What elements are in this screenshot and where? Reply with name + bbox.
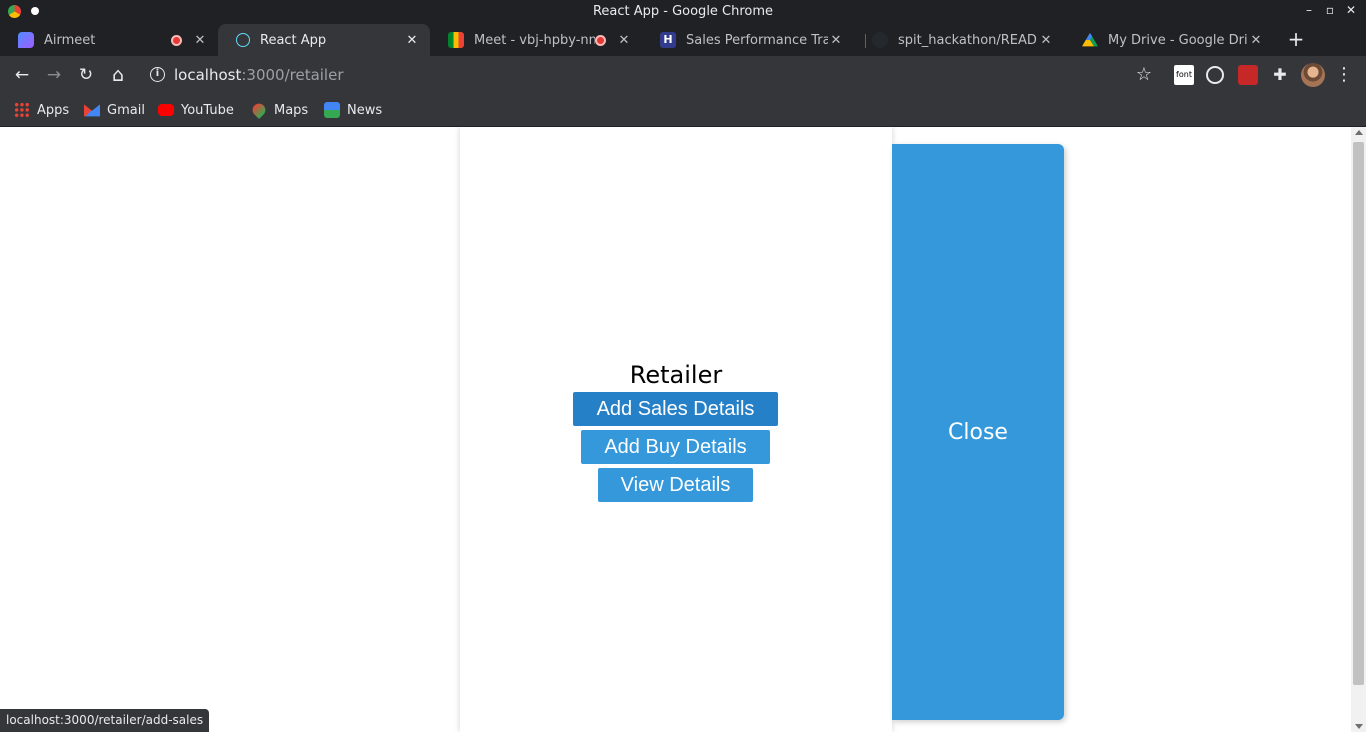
link-status-bar: localhost:3000/retailer/add-sales (0, 709, 210, 732)
page-title: Retailer (629, 361, 723, 389)
close-window-button[interactable]: ✕ (1342, 3, 1360, 17)
bookmark-news[interactable]: News (324, 101, 382, 119)
record-extension-icon[interactable] (1206, 66, 1224, 84)
tab-label: Airmeet (44, 32, 96, 48)
extensions-puzzle-icon[interactable]: ✚ (1270, 65, 1290, 85)
url-text[interactable]: localhost:3000/retailer (174, 66, 344, 84)
close-tab-icon[interactable]: ✕ (192, 33, 208, 48)
close-tab-icon[interactable]: ✕ (828, 33, 844, 48)
tab-google-drive[interactable]: My Drive - Google Drive ✕ (1064, 24, 1274, 56)
close-tab-icon[interactable]: ✕ (1038, 33, 1054, 48)
scroll-down-arrow-icon[interactable] (1355, 724, 1363, 729)
tab-label: React App (260, 32, 327, 48)
page-scrollbar[interactable] (1351, 127, 1366, 732)
tab-strip: Airmeet ✕ React App ✕ Meet - vbj-hpby-nn… (0, 24, 1366, 56)
bookmark-label: YouTube (181, 102, 234, 118)
forward-button[interactable]: → (44, 65, 64, 85)
red-extension-icon[interactable] (1238, 65, 1258, 85)
scroll-up-arrow-icon[interactable] (1355, 130, 1363, 135)
tab-label: Sales Performance Track (686, 32, 828, 48)
close-tab-icon[interactable]: ✕ (404, 33, 420, 48)
bookmark-label: News (347, 102, 383, 118)
window-title-bar: React App - Google Chrome – ▫ ✕ (0, 0, 1366, 24)
apps-grid-icon (14, 102, 30, 118)
home-button[interactable]: ⌂ (108, 65, 128, 85)
view-details-button[interactable]: View Details (598, 468, 753, 502)
profile-avatar[interactable] (1301, 63, 1325, 87)
tab-sales-performance[interactable]: H Sales Performance Track ✕ (642, 24, 854, 56)
tab-github-readme[interactable]: spit_hackathon/READMI ✕ (854, 24, 1064, 56)
hackerearth-icon: H (660, 32, 676, 48)
reload-button[interactable]: ↻ (76, 65, 96, 85)
youtube-icon (158, 104, 174, 116)
react-icon (236, 33, 250, 47)
bookmark-gmail[interactable]: Gmail (84, 101, 145, 119)
recording-indicator-icon (171, 34, 182, 46)
bookmark-maps[interactable]: Maps (249, 100, 309, 120)
font-extension-icon[interactable]: font (1174, 65, 1194, 85)
minimize-button[interactable]: – (1300, 3, 1318, 17)
tab-label: Meet - vbj-hpby-nnh (474, 32, 595, 48)
google-drive-icon (1082, 32, 1098, 47)
google-news-icon (324, 102, 340, 118)
scrollbar-thumb[interactable] (1353, 142, 1364, 685)
google-maps-icon (249, 100, 269, 120)
close-drawer-button[interactable]: Close (892, 420, 1064, 445)
url-path: :3000/retailer (241, 66, 344, 84)
close-tab-icon[interactable]: ✕ (1248, 33, 1264, 48)
recording-indicator-icon (595, 34, 606, 46)
add-buy-details-button[interactable]: Add Buy Details (581, 430, 770, 464)
back-button[interactable]: ← (12, 65, 32, 85)
gmail-icon (84, 104, 100, 117)
tab-label: spit_hackathon/READMI (898, 32, 1038, 48)
add-sales-details-button[interactable]: Add Sales Details (573, 392, 778, 426)
side-drawer: Close (892, 144, 1064, 720)
bookmark-apps[interactable]: Apps (14, 101, 69, 119)
tab-label: My Drive - Google Drive (1108, 32, 1248, 48)
maximize-button[interactable]: ▫ (1321, 3, 1339, 17)
bookmark-star-icon[interactable]: ☆ (1134, 65, 1154, 85)
new-tab-button[interactable]: + (1285, 24, 1307, 56)
tab-airmeet[interactable]: Airmeet ✕ (0, 24, 218, 56)
bookmark-youtube[interactable]: YouTube (158, 101, 234, 119)
tab-google-meet[interactable]: Meet - vbj-hpby-nnh ✕ (430, 24, 642, 56)
github-icon (872, 32, 888, 48)
bookmarks-bar: Apps Gmail YouTube Maps News (0, 94, 1366, 127)
address-bar[interactable]: i localhost:3000/retailer (142, 60, 1162, 90)
url-host: localhost (174, 66, 242, 84)
bookmark-label: Gmail (107, 102, 145, 118)
google-meet-icon (448, 32, 464, 48)
chrome-menu-icon[interactable]: ⋮ (1334, 65, 1354, 85)
close-tab-icon[interactable]: ✕ (616, 33, 632, 48)
airmeet-icon (18, 32, 34, 48)
window-title: React App - Google Chrome (592, 4, 774, 19)
bookmark-label: Apps (37, 102, 70, 118)
site-info-icon[interactable]: i (150, 67, 165, 82)
page-viewport: Close Retailer Add Sales Details Add Buy… (0, 127, 1366, 732)
tab-react-app[interactable]: React App ✕ (218, 24, 430, 56)
bookmark-label: Maps (274, 102, 309, 118)
browser-toolbar: ← → ↻ ⌂ i localhost:3000/retailer ☆ font… (0, 56, 1366, 94)
